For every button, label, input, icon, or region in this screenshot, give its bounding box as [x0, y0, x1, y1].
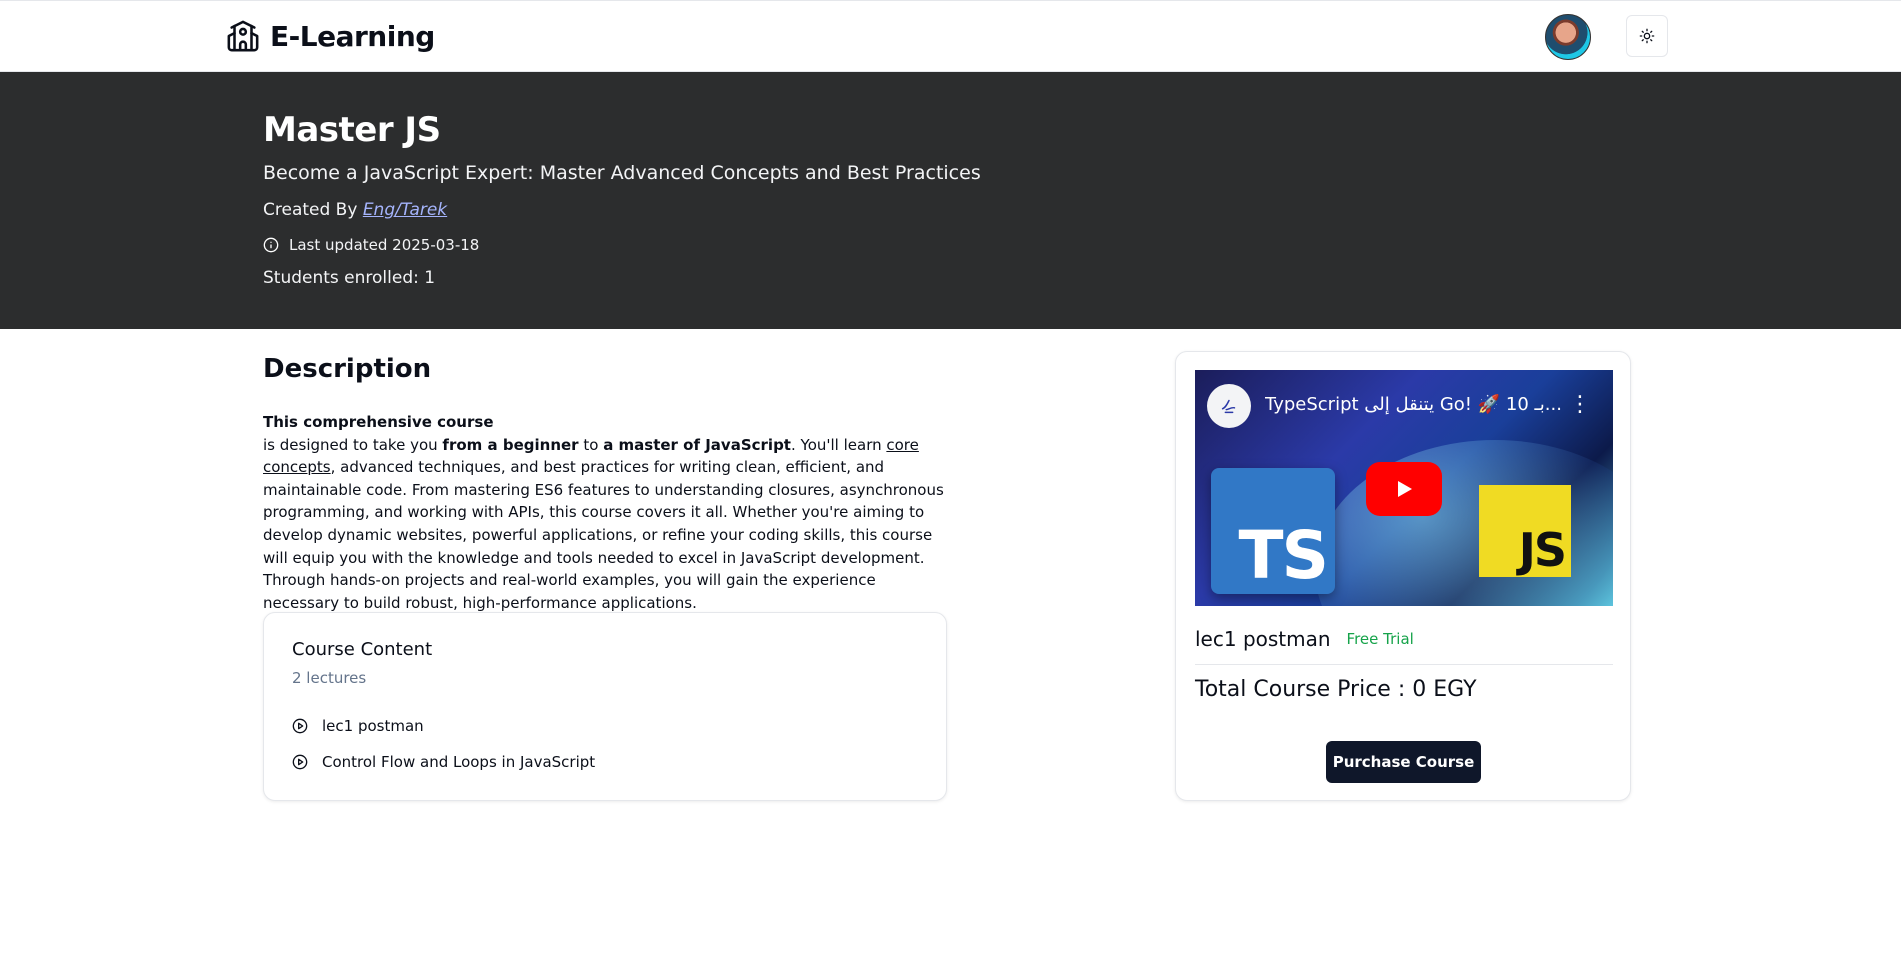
video-preview[interactable]: TS JS TypeScript يتنقل إلى Go! 🚀 10 بـ..…	[1195, 370, 1613, 606]
info-icon	[263, 237, 279, 253]
description-text-4: , advanced techniques, and best practice…	[263, 458, 944, 612]
description-text-3: . You'll learn	[790, 435, 887, 454]
preview-lecture-name: lec1 postman	[1195, 627, 1331, 651]
description-body: This comprehensive course is designed to…	[263, 411, 948, 614]
description-text-2: to	[578, 435, 604, 454]
course-creator: Created By Eng/Tarek	[263, 200, 447, 220]
video-title[interactable]: TypeScript يتنقل إلى Go! 🚀 10 بـ...	[1265, 394, 1565, 415]
js-label: JS	[1518, 523, 1567, 577]
channel-logo-icon[interactable]	[1207, 384, 1251, 428]
lecture-item[interactable]: lec1 postman	[292, 717, 424, 735]
brand[interactable]: E-Learning	[226, 19, 435, 53]
preview-lecture-row: lec1 postman Free Trial	[1195, 627, 1414, 651]
play-icon	[1398, 481, 1412, 497]
divider	[1195, 664, 1613, 665]
lecture-count: 2 lectures	[292, 669, 367, 687]
javascript-logo: JS	[1479, 485, 1571, 577]
description-bold-2: a master of JavaScript	[603, 435, 791, 454]
sun-icon	[1639, 28, 1655, 44]
last-updated: Last updated 2025-03-18	[263, 236, 479, 254]
play-button[interactable]	[1366, 462, 1442, 516]
last-updated-text: Last updated 2025-03-18	[289, 236, 480, 254]
typescript-logo: TS	[1211, 468, 1335, 594]
avatar[interactable]	[1545, 14, 1591, 60]
lecture-item[interactable]: Control Flow and Loops in JavaScript	[292, 753, 595, 771]
course-content-card: Course Content 2 lectures lec1 postman C…	[263, 612, 947, 801]
course-content-title: Course Content	[292, 639, 433, 660]
brand-name: E-Learning	[270, 19, 435, 53]
play-circle-icon	[292, 754, 308, 770]
navbar: E-Learning	[0, 0, 1901, 72]
lecture-label: Control Flow and Loops in JavaScript	[322, 753, 596, 771]
students-enrolled: Students enrolled: 1	[263, 268, 436, 288]
ts-label: TS	[1238, 517, 1329, 594]
course-subtitle: Become a JavaScript Expert: Master Advan…	[263, 162, 981, 184]
created-by-label: Created By	[263, 200, 358, 220]
lecture-label: lec1 postman	[322, 717, 424, 735]
course-hero: Master JS Become a JavaScript Expert: Ma…	[0, 72, 1901, 329]
course-purchase-card: TS JS TypeScript يتنقل إلى Go! 🚀 10 بـ..…	[1175, 351, 1631, 801]
purchase-course-button[interactable]: Purchase Course	[1326, 741, 1481, 783]
total-price: Total Course Price : 0 EGY	[1195, 677, 1477, 702]
description-heading: Description	[263, 354, 432, 384]
school-icon	[227, 20, 259, 52]
description-text-1: is designed to take you	[263, 435, 443, 454]
creator-link[interactable]: Eng/Tarek	[363, 200, 447, 220]
play-circle-icon	[292, 718, 308, 734]
more-vertical-icon[interactable]: ⋮	[1569, 390, 1591, 420]
theme-toggle-button[interactable]	[1626, 15, 1668, 57]
course-title: Master JS	[263, 110, 441, 150]
description-lead: This comprehensive course	[263, 413, 494, 431]
free-trial-badge: Free Trial	[1346, 630, 1414, 648]
description-bold-1: from a beginner	[442, 435, 579, 454]
